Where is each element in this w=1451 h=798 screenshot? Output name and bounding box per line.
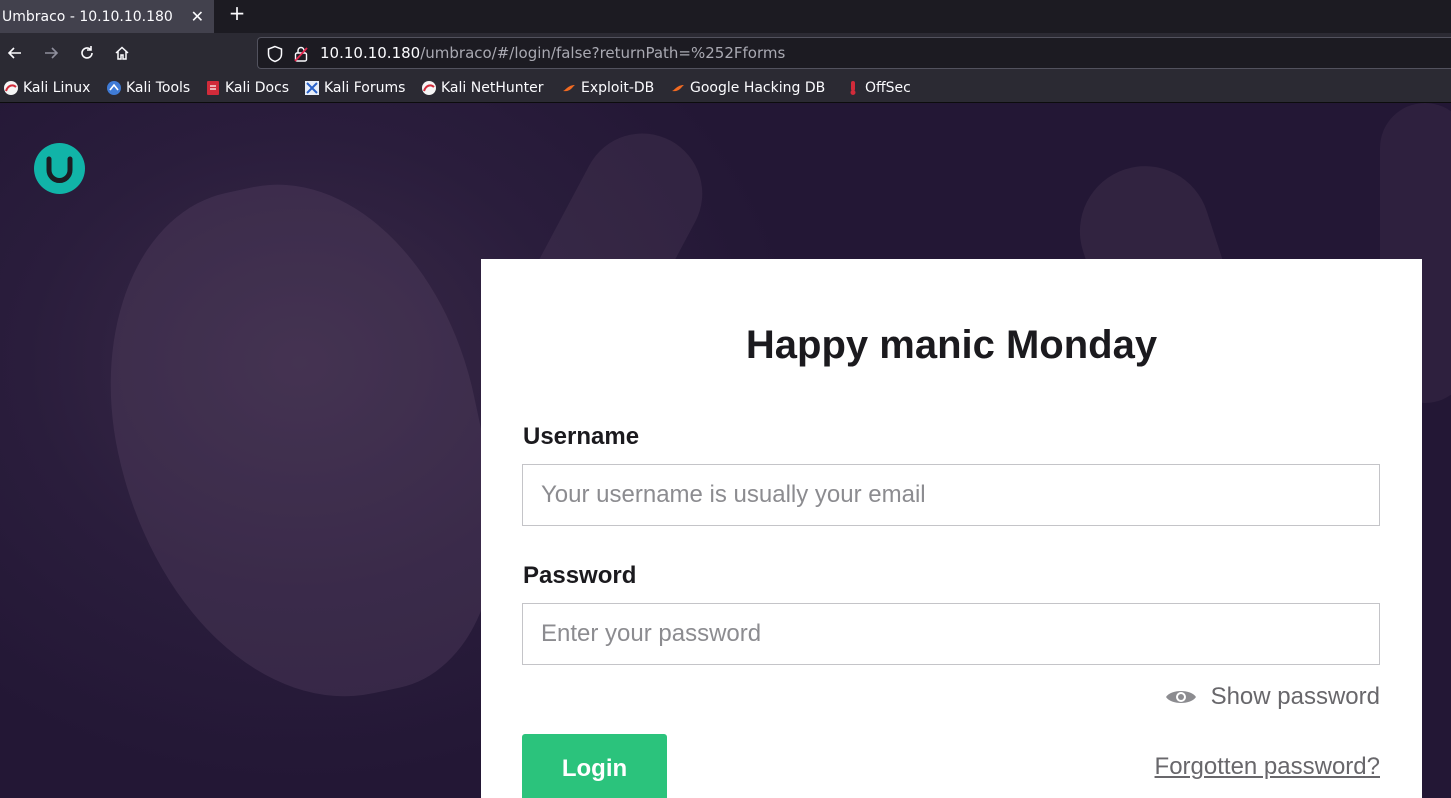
bookmark-label: Kali Linux (23, 80, 91, 96)
close-tab-icon[interactable]: ✕ (191, 7, 204, 26)
kali-nethunter-icon (422, 81, 436, 95)
bookmark-kali-tools[interactable]: Kali Tools (106, 79, 190, 97)
browser-tab[interactable]: Umbraco - 10.10.10.180 ✕ (0, 0, 214, 33)
bookmark-google-hacking-db[interactable]: Google Hacking DB (670, 79, 825, 97)
login-card: Happy manic Monday Username Password Sho… (481, 259, 1422, 798)
new-tab-button[interactable]: + (226, 3, 248, 25)
greeting-heading: Happy manic Monday (745, 323, 1158, 367)
arrow-right-icon (45, 47, 59, 59)
bookmark-kali-forums[interactable]: Kali Forums (304, 79, 405, 97)
navigation-toolbar: 10.10.10.180/umbraco/#/login/false?retur… (0, 33, 1451, 73)
home-button[interactable] (111, 42, 133, 64)
kali-forums-icon (305, 81, 319, 95)
background-hand-shape (69, 151, 531, 735)
ghdb-icon (672, 85, 684, 92)
show-password-label: Show password (1210, 683, 1380, 710)
password-input[interactable] (522, 603, 1380, 665)
bookmark-label: Kali Forums (324, 80, 406, 96)
username-input[interactable] (522, 464, 1380, 526)
bookmark-label: Kali Tools (126, 80, 191, 96)
shield-icon[interactable] (266, 45, 284, 63)
bookmark-label: OffSec (865, 80, 911, 96)
show-password-toggle[interactable]: Show password (1165, 683, 1380, 711)
bookmark-exploit-db[interactable]: Exploit-DB (561, 79, 654, 97)
tab-title: Umbraco - 10.10.10.180 (2, 8, 173, 25)
insecure-lock-icon[interactable] (293, 45, 309, 63)
bookmark-label: Exploit-DB (581, 80, 655, 96)
password-label: Password (523, 562, 637, 589)
reload-icon (81, 46, 93, 59)
url-host: 10.10.10.180 (320, 44, 421, 62)
bookmark-kali-linux[interactable]: Kali Linux (3, 79, 90, 97)
bookmark-label: Kali NetHunter (441, 80, 544, 96)
kali-dragon-icon (4, 81, 18, 95)
kali-docs-icon (207, 81, 219, 95)
forward-button[interactable] (40, 42, 62, 64)
arrow-left-icon (7, 47, 21, 59)
umbraco-logo-icon (34, 143, 85, 194)
kali-tools-icon (107, 81, 121, 95)
exploit-db-icon (563, 85, 575, 92)
forgot-password-link[interactable]: Forgotten password? (1155, 753, 1380, 781)
username-label: Username (523, 423, 640, 450)
url-bar[interactable]: 10.10.10.180/umbraco/#/login/false?retur… (257, 37, 1451, 69)
tab-strip: Umbraco - 10.10.10.180 ✕ + (0, 0, 1451, 33)
url-path: /umbraco/#/login/false?returnPath=%252Ff… (420, 44, 786, 62)
bookmark-kali-docs[interactable]: Kali Docs (205, 79, 289, 97)
bookmark-offsec[interactable]: OffSec (845, 79, 911, 97)
bookmarks-toolbar: Kali Linux Kali Tools Kali Docs Kali For… (0, 73, 1451, 103)
home-icon (115, 46, 129, 60)
umbraco-login-page: Happy manic Monday Username Password Sho… (0, 103, 1451, 798)
eye-icon (1165, 691, 1196, 703)
bookmark-kali-nethunter[interactable]: Kali NetHunter (421, 79, 543, 97)
offsec-icon (850, 81, 856, 95)
bookmark-label: Kali Docs (225, 80, 290, 96)
back-button[interactable] (4, 42, 26, 64)
url-text[interactable]: 10.10.10.180/umbraco/#/login/false?retur… (320, 44, 785, 62)
reload-button[interactable] (76, 42, 98, 64)
login-button[interactable]: Login (522, 734, 667, 798)
bookmark-label: Google Hacking DB (690, 80, 826, 96)
